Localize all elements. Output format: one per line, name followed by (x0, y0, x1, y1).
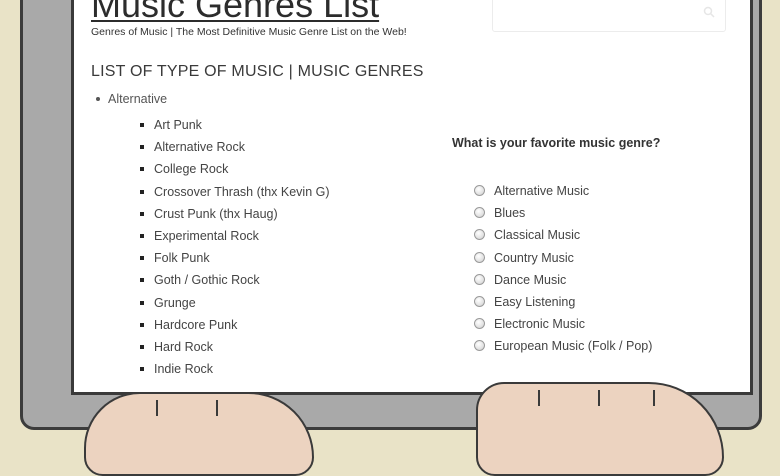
radio-button-icon[interactable] (474, 251, 485, 263)
poll-option[interactable]: Classical Music (474, 224, 652, 246)
poll-option-label[interactable]: Easy Listening (494, 295, 575, 309)
square-bullet-icon (140, 145, 144, 150)
subgenre-item[interactable]: Indie Rock (140, 358, 330, 380)
section-heading: LIST OF TYPE OF MUSIC | MUSIC GENRES (91, 63, 424, 80)
radio-button-icon[interactable] (474, 340, 485, 352)
square-bullet-icon (140, 300, 144, 305)
square-bullet-icon (140, 256, 144, 261)
poll-option[interactable]: Dance Music (474, 269, 652, 291)
subgenre-list: Art Punk Alternative Rock College Rock C… (140, 114, 330, 380)
poll-option[interactable]: Country Music (474, 247, 652, 269)
parent-genre-label[interactable]: Alternative (108, 92, 167, 106)
poll-option[interactable]: Electronic Music (474, 313, 652, 335)
radio-button-icon[interactable] (474, 295, 485, 307)
subgenre-item[interactable]: Hard Rock (140, 336, 330, 358)
subgenre-label[interactable]: Hard Rock (154, 340, 213, 354)
poll-option-label[interactable]: Blues (494, 206, 525, 220)
square-bullet-icon (140, 367, 144, 372)
poll-option-label[interactable]: Alternative Music (494, 184, 589, 198)
subgenre-label[interactable]: Art Punk (154, 118, 202, 132)
subgenre-label[interactable]: Grunge (154, 296, 196, 310)
square-bullet-icon (140, 189, 144, 194)
site-tagline: Genres of Music | The Most Definitive Mu… (91, 26, 407, 38)
radio-button-icon[interactable] (474, 229, 485, 241)
poll-option-label[interactable]: Dance Music (494, 273, 566, 287)
square-bullet-icon (140, 123, 144, 127)
knuckle-line (156, 400, 158, 416)
subgenre-label[interactable]: Folk Punk (154, 251, 210, 265)
poll-option-label[interactable]: Classical Music (494, 228, 580, 242)
subgenre-label[interactable]: College Rock (154, 162, 228, 176)
radio-button-icon[interactable] (474, 318, 485, 330)
poll-options-list: Alternative Music Blues Classical Music … (474, 180, 652, 358)
subgenre-label[interactable]: Indie Rock (154, 362, 213, 376)
poll-option[interactable]: Easy Listening (474, 291, 652, 313)
subgenre-label[interactable]: Crossover Thrash (thx Kevin G) (154, 185, 330, 199)
poll-option[interactable]: Blues (474, 202, 652, 224)
subgenre-label[interactable]: Alternative Rock (154, 140, 245, 154)
knuckle-line (216, 400, 218, 416)
square-bullet-icon (140, 322, 144, 327)
subgenre-label[interactable]: Hardcore Punk (154, 318, 237, 332)
poll-option-label[interactable]: European Music (Folk / Pop) (494, 339, 652, 353)
poll-question: What is your favorite music genre? (452, 136, 661, 150)
knuckle-line (598, 390, 600, 406)
monitor-bezel: Music Genres List Genres of Music | The … (20, 0, 762, 430)
radio-button-icon[interactable] (474, 273, 485, 285)
knuckle-line (538, 390, 540, 406)
square-bullet-icon (140, 344, 144, 349)
search-icon (703, 6, 715, 18)
subgenre-label[interactable]: Crust Punk (thx Haug) (154, 207, 278, 221)
square-bullet-icon (140, 233, 144, 238)
square-bullet-icon (140, 167, 144, 172)
site-title-link[interactable]: Music Genres List (91, 0, 379, 26)
knuckle-line (653, 390, 655, 406)
subgenre-item[interactable]: College Rock (140, 158, 330, 180)
genre-list-parent-item[interactable]: Alternative (96, 92, 167, 106)
subgenre-label[interactable]: Experimental Rock (154, 229, 259, 243)
radio-button-icon[interactable] (474, 207, 485, 219)
poll-option-label[interactable]: Country Music (494, 251, 574, 265)
subgenre-item[interactable]: Crossover Thrash (thx Kevin G) (140, 181, 330, 203)
subgenre-item[interactable]: Folk Punk (140, 247, 330, 269)
subgenre-item[interactable]: Experimental Rock (140, 225, 330, 247)
browser-viewport[interactable]: Music Genres List Genres of Music | The … (71, 0, 753, 395)
square-bullet-icon (140, 211, 144, 216)
left-hand-illustration (84, 392, 314, 476)
subgenre-item[interactable]: Art Punk (140, 114, 330, 136)
poll-option-label[interactable]: Electronic Music (494, 317, 585, 331)
subgenre-item[interactable]: Hardcore Punk (140, 314, 330, 336)
subgenre-item[interactable]: Grunge (140, 292, 330, 314)
subgenre-item[interactable]: Goth / Gothic Rock (140, 269, 330, 291)
poll-option[interactable]: Alternative Music (474, 180, 652, 202)
search-input[interactable] (492, 0, 726, 32)
subgenre-item[interactable]: Crust Punk (thx Haug) (140, 203, 330, 225)
poll-option[interactable]: European Music (Folk / Pop) (474, 335, 652, 357)
subgenre-label[interactable]: Goth / Gothic Rock (154, 273, 260, 287)
bullet-icon (96, 97, 100, 101)
square-bullet-icon (140, 278, 144, 283)
radio-button-icon[interactable] (474, 185, 485, 196)
right-hand-illustration (476, 382, 724, 476)
subgenre-item[interactable]: Alternative Rock (140, 136, 330, 158)
